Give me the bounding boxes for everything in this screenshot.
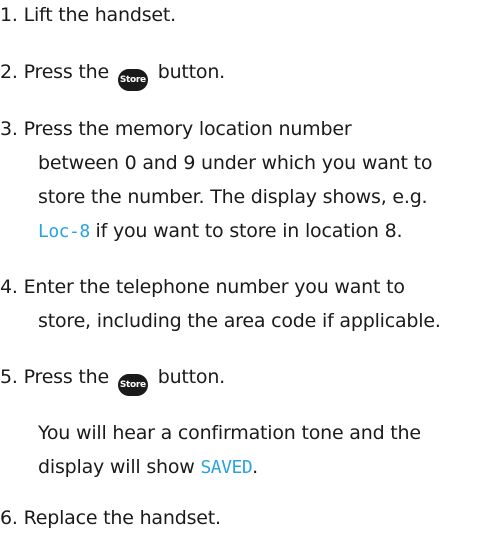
store-button-icon: Store <box>117 374 148 396</box>
store-button-icon: Store <box>117 69 148 91</box>
confirmation-note-text: display will show <box>38 456 195 478</box>
step-3-text-line-1: Press the memory location number <box>23 118 352 140</box>
step-2-text-after: button. <box>157 61 226 83</box>
step-5-text-after: button. <box>157 366 226 388</box>
display-readout-loc: Loc-8 <box>38 221 90 242</box>
confirmation-note-period: . <box>252 456 258 478</box>
step-5-text-before: Press the <box>23 366 110 388</box>
step-4-number: 4. <box>0 276 18 298</box>
step-2: 2. Press the Store button. <box>0 61 225 91</box>
step-6-number: 6. <box>0 507 18 529</box>
step-3-line-1: 3. Press the memory location number <box>0 118 352 140</box>
step-6: 6. Replace the handset. <box>0 507 221 529</box>
step-1: 1. Lift the handset. <box>0 4 176 26</box>
step-1-text: Lift the handset. <box>23 4 177 26</box>
step-2-text-before: Press the <box>23 61 110 83</box>
step-1-number: 1. <box>0 4 18 26</box>
step-6-text: Replace the handset. <box>23 507 221 529</box>
step-3-text-line-4: if you want to store in location 8. <box>95 220 403 242</box>
step-5: 5. Press the Store button. <box>0 366 225 396</box>
step-4-text-line-1: Enter the telephone number you want to <box>23 276 405 298</box>
step-4-line-1: 4. Enter the telephone number you want t… <box>0 276 405 298</box>
confirmation-note-line-1: You will hear a confirmation tone and th… <box>38 422 421 444</box>
display-readout-saved: SAVED <box>200 457 253 478</box>
confirmation-note-line-2: display will show SAVED. <box>38 456 258 479</box>
step-3-number: 3. <box>0 118 18 140</box>
step-3-line-3: store the number. The display shows, e.g… <box>38 186 428 208</box>
step-3-line-2: between 0 and 9 under which you want to <box>38 152 433 174</box>
step-4-line-2: store, including the area code if applic… <box>38 310 441 332</box>
step-3-line-4: Loc-8 if you want to store in location 8… <box>38 220 403 243</box>
step-5-number: 5. <box>0 366 18 388</box>
step-2-number: 2. <box>0 61 18 83</box>
